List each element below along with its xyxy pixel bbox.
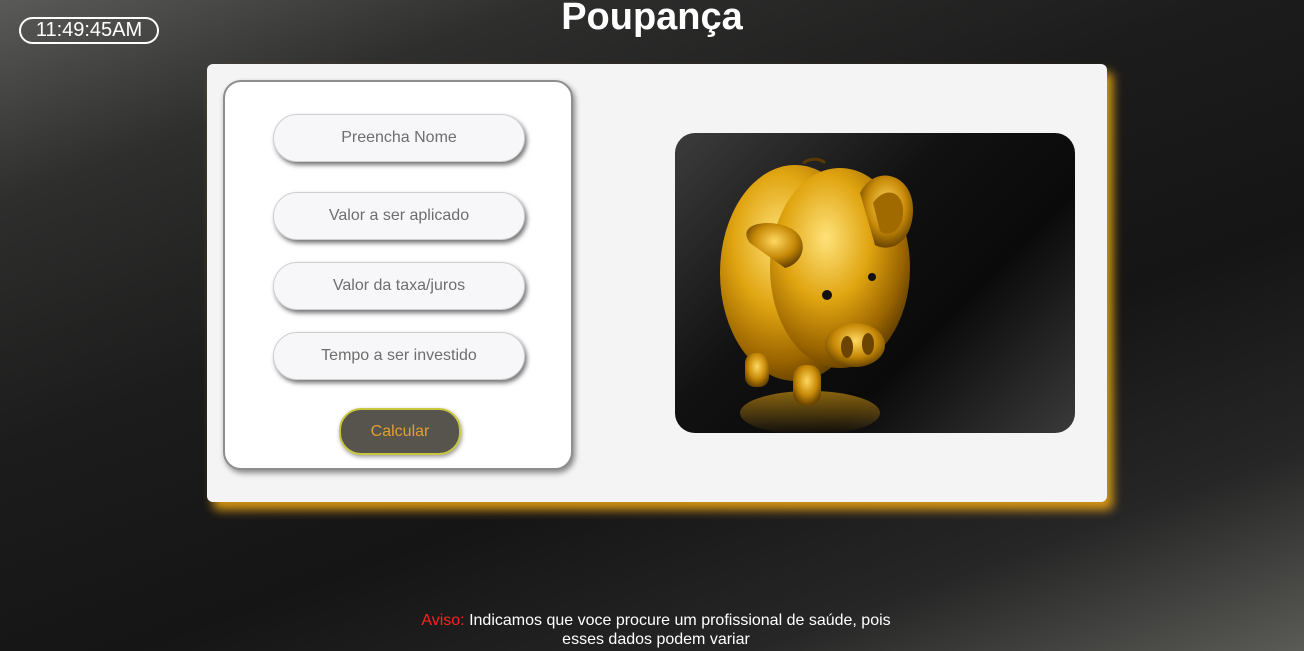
notice-message: Indicamos que voce procure um profission… xyxy=(469,612,891,648)
page-title: Poupança xyxy=(561,0,743,38)
notice-label: Aviso: xyxy=(421,612,465,629)
notice-text: Aviso: Indicamos que voce procure um pro… xyxy=(400,611,912,649)
amount-input[interactable] xyxy=(273,192,525,240)
piggy-bank-icon xyxy=(720,157,914,433)
rate-input[interactable] xyxy=(273,262,525,310)
calculate-button[interactable]: Calcular xyxy=(339,408,461,455)
name-input[interactable] xyxy=(273,114,525,162)
main-card: Calcular xyxy=(207,64,1107,502)
piggy-bank-image xyxy=(675,133,1075,433)
time-input[interactable] xyxy=(273,332,525,380)
savings-form: Calcular xyxy=(223,80,573,470)
